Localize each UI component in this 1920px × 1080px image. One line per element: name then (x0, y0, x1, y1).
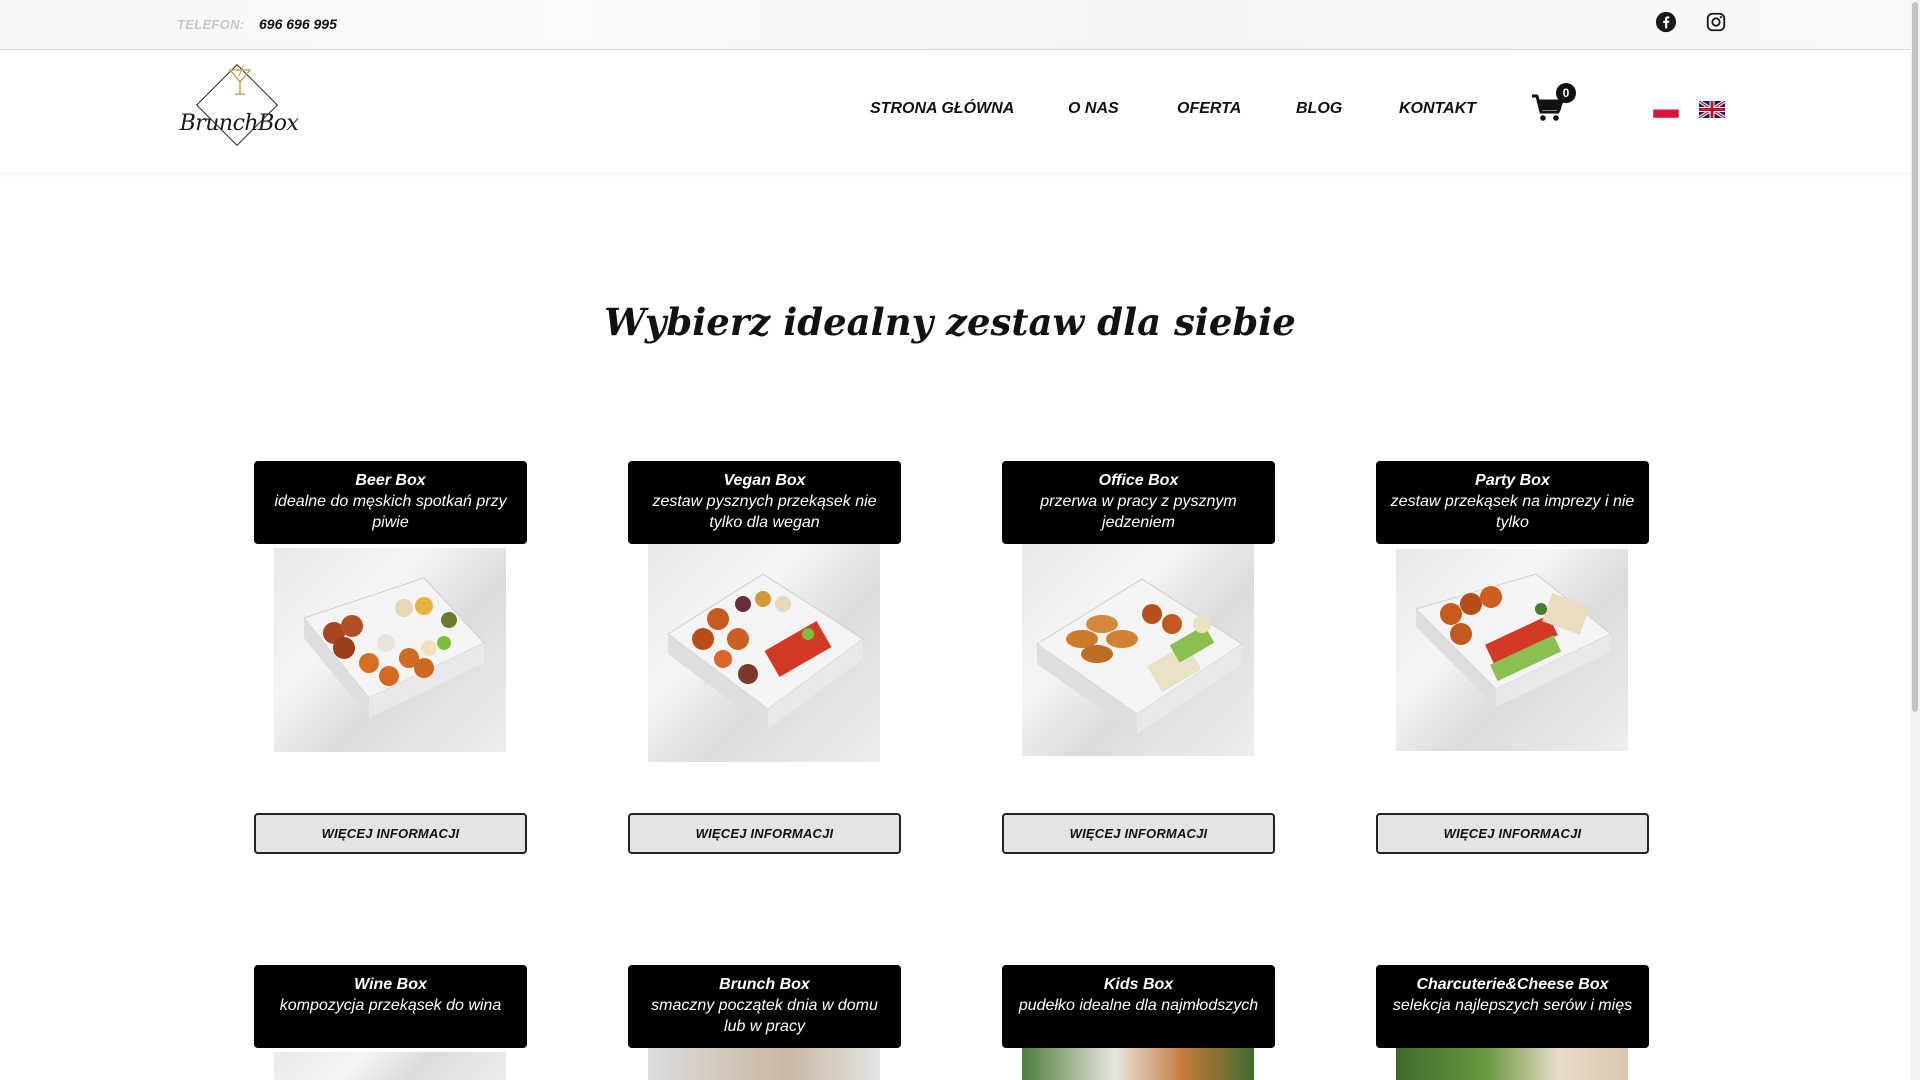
card-subtitle: kompozycja przekąsek do wina (279, 997, 502, 1014)
logo-wordmark: BrunchBox (179, 111, 299, 136)
instagram-icon[interactable] (1705, 11, 1727, 33)
more-info-button[interactable]: WIĘCEJ INFORMACJI (1376, 813, 1649, 854)
card-title: Kids Box (1103, 976, 1174, 993)
more-info-button[interactable]: WIĘCEJ INFORMACJI (1002, 813, 1275, 854)
nav-o-nas[interactable]: O NAS (1068, 100, 1119, 118)
cocktail-glass-icon (228, 65, 252, 95)
nav-strona-glowna[interactable]: STRONA GŁÓWNA (870, 100, 1014, 118)
phone-label: TELEFON: (177, 17, 245, 32)
card-subtitle: pudełko idealne dla najmłodszych (1018, 997, 1259, 1014)
card-title: Beer Box (355, 472, 426, 489)
card-header: Wine Box kompozycja przekąsek do wina (254, 965, 527, 1048)
card-header: Kids Box pudełko idealne dla najmłodszyc… (1002, 965, 1275, 1048)
product-image[interactable] (274, 1052, 506, 1080)
card-title: Office Box (1098, 472, 1179, 489)
card-subtitle: smaczny początek dnia w domu lub w pracy (651, 997, 878, 1035)
phone-number[interactable]: 696 696 995 (259, 16, 337, 32)
card-header: Charcuterie&Cheese Box selekcja najlepsz… (1376, 965, 1649, 1048)
cart-count-badge: 0 (1556, 83, 1576, 103)
section-title: Wybierz idealny zestaw dla siebie (604, 300, 1296, 344)
card-header: Office Box przerwa w pracy z pysznym jed… (1002, 461, 1275, 544)
pl-flag-icon[interactable] (1653, 101, 1679, 118)
card-title: Wine Box (354, 976, 427, 993)
card-subtitle: zestaw pysznych przekąsek nie tylko dla … (652, 493, 877, 531)
card-header: Brunch Box smaczny początek dnia w domu … (628, 965, 901, 1048)
top-bar: TELEFON: 696 696 995 (0, 0, 1920, 50)
main-header: BrunchBox STRONA GŁÓWNA O NAS OFERTA BLO… (0, 50, 1920, 172)
card-subtitle: zestaw przekąsek na imprezy i nie tylko (1390, 493, 1635, 531)
product-image[interactable] (1396, 549, 1628, 751)
card-subtitle: selekcja najlepszych serów i mięs (1392, 997, 1633, 1014)
brunchbox-logo[interactable]: BrunchBox (174, 63, 304, 154)
product-image[interactable] (648, 1048, 880, 1080)
card-header: Beer Box idealne do męskich spotkań przy… (254, 461, 527, 544)
nav-oferta[interactable]: OFERTA (1177, 100, 1241, 118)
nav-kontakt[interactable]: KONTAKT (1399, 100, 1476, 118)
more-info-button[interactable]: WIĘCEJ INFORMACJI (254, 813, 527, 854)
facebook-icon[interactable] (1655, 11, 1677, 33)
product-image[interactable] (1022, 1048, 1254, 1080)
card-title: Brunch Box (719, 976, 810, 993)
card-subtitle: przerwa w pracy z pysznym jedzeniem (1040, 493, 1237, 531)
card-title: Party Box (1475, 472, 1550, 489)
product-image[interactable] (1396, 1048, 1628, 1080)
card-header: Vegan Box zestaw pysznych przekąsek nie … (628, 461, 901, 544)
product-image[interactable] (1022, 544, 1254, 756)
product-image[interactable] (274, 548, 506, 752)
nav-blog[interactable]: BLOG (1296, 100, 1342, 118)
card-title: Vegan Box (723, 472, 806, 489)
card-subtitle: idealne do męskich spotkań przy piwie (274, 493, 507, 531)
en-flag-icon[interactable] (1699, 101, 1725, 118)
card-header: Party Box zestaw przekąsek na imprezy i … (1376, 461, 1649, 544)
scrollbar-thumb[interactable] (1912, 2, 1918, 712)
card-title: Charcuterie&Cheese Box (1416, 976, 1609, 993)
product-image[interactable] (648, 544, 880, 762)
more-info-button[interactable]: WIĘCEJ INFORMACJI (628, 813, 901, 854)
